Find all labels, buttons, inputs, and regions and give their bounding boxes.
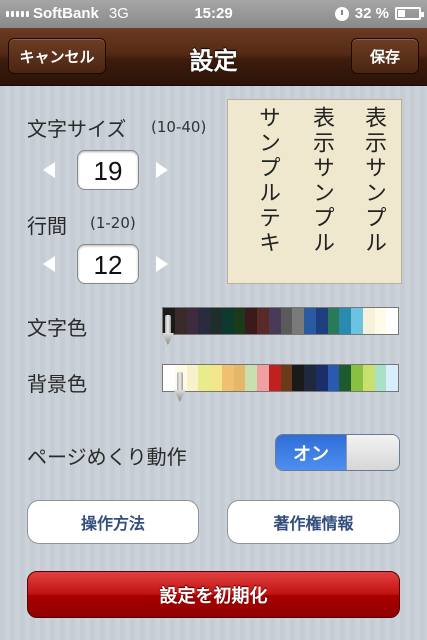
color-swatch[interactable] <box>221 308 234 334</box>
color-swatch[interactable] <box>210 308 222 334</box>
color-swatch[interactable] <box>221 365 234 391</box>
page-turn-label: ページめくり動作 <box>27 445 187 469</box>
color-swatch[interactable] <box>186 308 199 334</box>
color-swatch[interactable] <box>339 365 351 391</box>
color-swatch[interactable] <box>315 365 328 391</box>
color-swatch[interactable] <box>245 308 257 334</box>
color-swatch[interactable] <box>304 365 316 391</box>
preview-line: 表示サンプル <box>361 106 386 256</box>
font-size-increase-icon[interactable] <box>156 162 168 178</box>
line-spacing-increase-icon[interactable] <box>156 256 168 272</box>
preview-line: 表示サンプル <box>309 106 334 256</box>
color-swatch[interactable] <box>280 365 293 391</box>
navigation-bar: キャンセル 設定 保存 <box>0 28 427 86</box>
color-swatch[interactable] <box>374 308 387 334</box>
line-spacing-decrease-icon[interactable] <box>43 256 55 272</box>
color-swatch[interactable] <box>386 365 398 391</box>
text-color-slider-thumb[interactable] <box>161 315 174 345</box>
font-size-label: 文字サイズ <box>27 117 127 141</box>
color-swatch[interactable] <box>386 308 398 334</box>
color-swatch[interactable] <box>198 308 210 334</box>
color-swatch[interactable] <box>315 308 328 334</box>
preview-line: サンプルテキ <box>255 106 280 256</box>
color-swatch[interactable] <box>351 308 363 334</box>
color-swatch[interactable] <box>257 365 269 391</box>
status-bar: SoftBank 3G 15:29 32 % <box>0 0 427 28</box>
color-swatch[interactable] <box>174 308 187 334</box>
color-swatch[interactable] <box>362 308 375 334</box>
color-swatch[interactable] <box>304 308 316 334</box>
toggle-on-label: オン <box>276 435 346 470</box>
page-turn-toggle[interactable]: オン <box>275 434 400 471</box>
color-swatch[interactable] <box>327 308 340 334</box>
line-spacing-label: 行間 <box>27 214 67 238</box>
battery-icon <box>395 7 424 20</box>
font-size-range: (10-40) <box>151 118 207 136</box>
reset-settings-button[interactable]: 設定を初期化 <box>27 571 400 618</box>
color-swatch[interactable] <box>351 365 363 391</box>
color-swatch[interactable] <box>374 365 387 391</box>
toggle-knob[interactable] <box>346 435 399 470</box>
font-size-value[interactable]: 19 <box>77 150 139 190</box>
copyright-info-button[interactable]: 著作権情報 <box>227 500 400 544</box>
color-swatch[interactable] <box>268 308 281 334</box>
operation-guide-button[interactable]: 操作方法 <box>27 500 199 544</box>
bg-color-label: 背景色 <box>27 372 87 396</box>
color-swatch[interactable] <box>280 308 293 334</box>
alarm-clock-icon <box>334 6 349 21</box>
color-swatch[interactable] <box>186 365 199 391</box>
save-button[interactable]: 保存 <box>351 38 419 74</box>
bg-color-slider-thumb[interactable] <box>173 372 186 402</box>
color-swatch[interactable] <box>268 365 281 391</box>
line-spacing-value[interactable]: 12 <box>77 244 139 284</box>
text-preview: 表示サンプル 表示サンプル サンプルテキ <box>227 99 402 284</box>
color-swatch[interactable] <box>292 365 304 391</box>
battery-percent: 32 % <box>354 5 389 22</box>
color-swatch[interactable] <box>362 365 375 391</box>
text-color-label: 文字色 <box>27 316 87 340</box>
color-swatch[interactable] <box>233 365 246 391</box>
color-swatch[interactable] <box>245 365 257 391</box>
color-swatch[interactable] <box>327 365 340 391</box>
bg-color-palette[interactable] <box>162 364 399 392</box>
font-size-decrease-icon[interactable] <box>43 162 55 178</box>
color-swatch[interactable] <box>292 308 304 334</box>
color-swatch[interactable] <box>198 365 210 391</box>
color-swatch[interactable] <box>210 365 222 391</box>
line-spacing-range: (1-20) <box>90 214 136 232</box>
color-swatch[interactable] <box>339 308 351 334</box>
color-swatch[interactable] <box>233 308 246 334</box>
color-swatch[interactable] <box>257 308 269 334</box>
text-color-palette[interactable] <box>162 307 399 335</box>
